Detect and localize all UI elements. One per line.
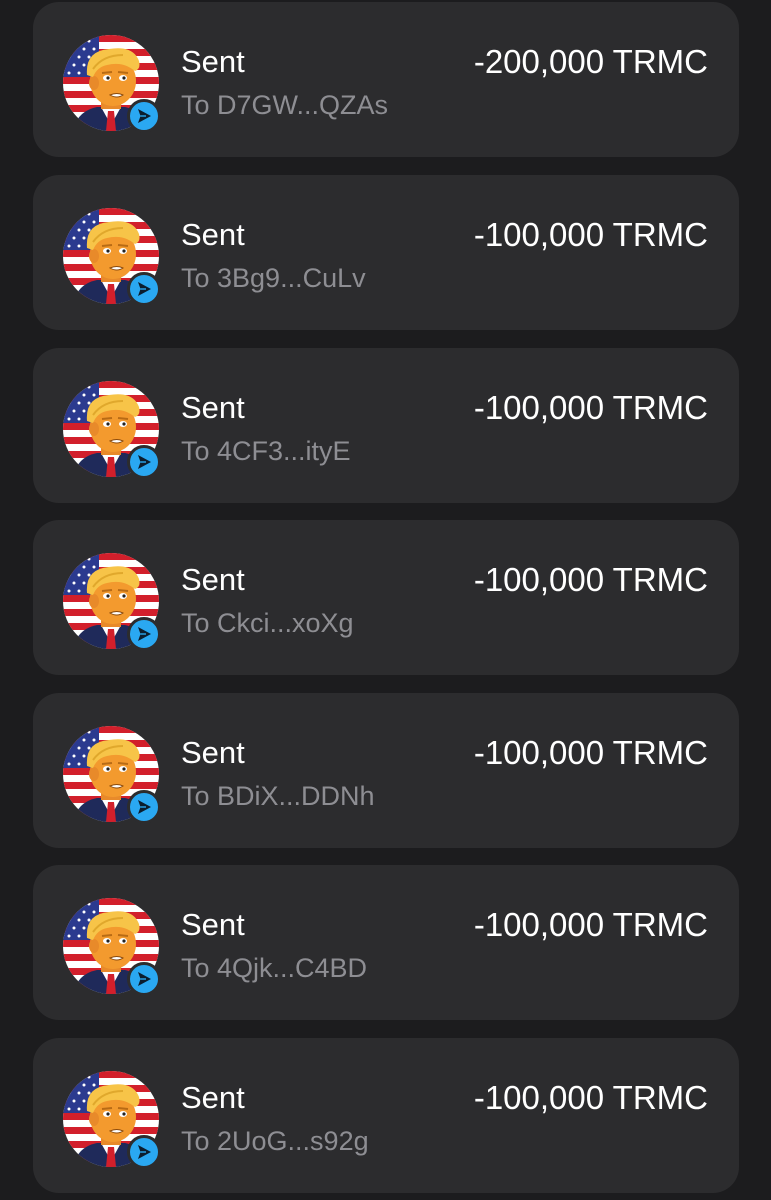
send-arrow-icon (127, 962, 161, 996)
avatar (63, 726, 161, 824)
send-arrow-icon (127, 1135, 161, 1169)
transaction-type: Sent (181, 562, 245, 597)
transaction-type: Sent (181, 217, 245, 252)
transaction-amount: -200,000 TRMC (473, 43, 708, 80)
transaction-row[interactable]: Sent To 2UoG...s92g -100,000 TRMC (33, 1038, 739, 1193)
send-arrow-icon (127, 617, 161, 651)
transaction-amount: -100,000 TRMC (473, 734, 708, 771)
transaction-amount: -100,000 TRMC (473, 389, 708, 426)
transaction-recipient: To BDiX...DDNh (181, 781, 375, 811)
transaction-recipient: To 4CF3...ityE (181, 436, 351, 466)
avatar (63, 35, 161, 133)
transaction-amount: -100,000 TRMC (473, 1079, 708, 1116)
transaction-type: Sent (181, 390, 245, 425)
transaction-type: Sent (181, 735, 245, 770)
transaction-type: Sent (181, 907, 245, 942)
send-arrow-icon (127, 445, 161, 479)
transaction-recipient: To Ckci...xoXg (181, 608, 354, 638)
transaction-row[interactable]: Sent To 4Qjk...C4BD -100,000 TRMC (33, 865, 739, 1020)
transaction-row[interactable]: Sent To D7GW...QZAs -200,000 TRMC (33, 2, 739, 157)
transaction-recipient: To 2UoG...s92g (181, 1126, 369, 1156)
send-arrow-icon (127, 790, 161, 824)
transaction-amount: -100,000 TRMC (473, 906, 708, 943)
transaction-list: Sent To D7GW...QZAs -200,000 TRMC Sent T… (0, 0, 771, 1200)
send-arrow-icon (127, 272, 161, 306)
avatar (63, 381, 161, 479)
transaction-row[interactable]: Sent To Ckci...xoXg -100,000 TRMC (33, 520, 739, 675)
transaction-row[interactable]: Sent To 3Bg9...CuLv -100,000 TRMC (33, 175, 739, 330)
transaction-row[interactable]: Sent To BDiX...DDNh -100,000 TRMC (33, 693, 739, 848)
avatar (63, 208, 161, 306)
send-arrow-icon (127, 99, 161, 133)
avatar (63, 553, 161, 651)
transaction-recipient: To 3Bg9...CuLv (181, 263, 366, 293)
transaction-type: Sent (181, 44, 245, 79)
transaction-recipient: To 4Qjk...C4BD (181, 953, 368, 983)
avatar (63, 898, 161, 996)
transaction-type: Sent (181, 1080, 245, 1115)
avatar (63, 1071, 161, 1169)
transaction-row[interactable]: Sent To 4CF3...ityE -100,000 TRMC (33, 348, 739, 503)
transaction-amount: -100,000 TRMC (473, 216, 708, 253)
transaction-recipient: To D7GW...QZAs (181, 90, 389, 120)
transaction-amount: -100,000 TRMC (473, 561, 708, 598)
